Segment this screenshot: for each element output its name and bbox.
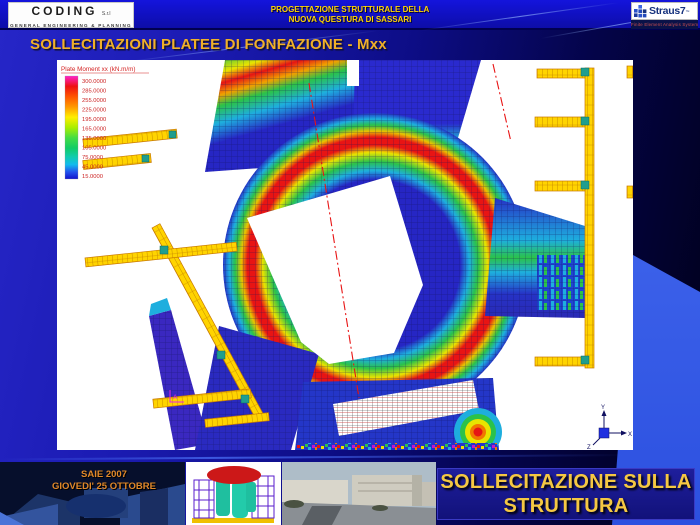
- event-line1: SAIE 2007: [8, 469, 200, 481]
- straus7-mosaic-icon: [634, 5, 647, 18]
- straus7-name: Straus7: [649, 5, 685, 17]
- legend-value: 300.0000: [82, 79, 106, 85]
- site-photo-thumbnail: [282, 462, 436, 525]
- axis-x-label: X: [628, 432, 632, 438]
- coding-name: CODING: [31, 4, 97, 18]
- caption-line2: STRUTTURA: [438, 494, 694, 518]
- coding-suffix: S.r.l: [102, 11, 111, 17]
- footer-separator-streak: [0, 454, 700, 461]
- straus7-trademark: ™: [685, 9, 689, 14]
- legend-value: 165.0000: [82, 127, 106, 133]
- caption-line1: SOLLECITAZIONE SULLA: [438, 470, 694, 494]
- fem-contour-plot: A Y X Z Plate Moment xx (kN.m/m): [57, 60, 633, 450]
- axis-y-label: Y: [601, 405, 605, 411]
- legend-values: 300.0000 285.0000 255.0000 225.0000 195.…: [82, 79, 106, 180]
- legend-value: 135.0000: [82, 136, 106, 142]
- legend-value: 45.0000: [82, 165, 103, 171]
- fem-plot-canvas: A Y X Z Plate Moment xx (kN.m/m): [57, 60, 633, 450]
- straus7-logo: Straus7 ™ Finite Element Analysis System: [631, 2, 698, 29]
- coding-logo: CODING S.r.l GENERAL ENGINEERING & PLANN…: [8, 2, 134, 28]
- straus7-logo-main: Straus7 ™: [631, 2, 698, 20]
- legend-color-ramp: [65, 76, 78, 179]
- legend-value: 255.0000: [82, 98, 106, 104]
- structural-model-thumbnail: [186, 462, 281, 525]
- section-caption-panel: SOLLECITAZIONE SULLA STRUTTURA: [437, 468, 695, 520]
- legend-title: Plate Moment xx (kN.m/m): [61, 66, 136, 73]
- axis-triad: Y X Z: [587, 405, 632, 450]
- section-marker-label: A: [173, 394, 178, 401]
- straus7-tagline: Finite Element Analysis System: [631, 20, 698, 29]
- plan-notch: [347, 60, 359, 86]
- axis-z-label: Z: [587, 445, 591, 450]
- project-title-line1: PROGETTAZIONE STRUTTURALE DELLA: [220, 5, 480, 15]
- legend-value: 285.0000: [82, 89, 106, 95]
- project-title-line2: NUOVA QUESTURA DI SASSARI: [220, 15, 480, 25]
- legend-value: 75.0000: [82, 155, 103, 161]
- bottom-edge-contour-strip: [297, 443, 497, 450]
- legend-value: 195.0000: [82, 117, 106, 123]
- event-line2: GIOVEDI' 25 OTTOBRE: [8, 481, 200, 493]
- presentation-slide: CODING S.r.l GENERAL ENGINEERING & PLANN…: [0, 0, 700, 525]
- centerline: [493, 64, 511, 142]
- legend-value: 225.0000: [82, 108, 106, 114]
- project-title: PROGETTAZIONE STRUTTURALE DELLA NUOVA QU…: [220, 5, 480, 25]
- page-title: SOLLECITAZIONI PLATEE DI FONFAZIONE - Mx…: [30, 36, 387, 53]
- event-caption: SAIE 2007 GIOVEDI' 25 OTTOBRE: [8, 469, 200, 493]
- legend-value: 105.0000: [82, 146, 106, 152]
- legend-value: 15.0000: [82, 174, 103, 180]
- coding-tagline: GENERAL ENGINEERING & PLANNING: [9, 20, 133, 31]
